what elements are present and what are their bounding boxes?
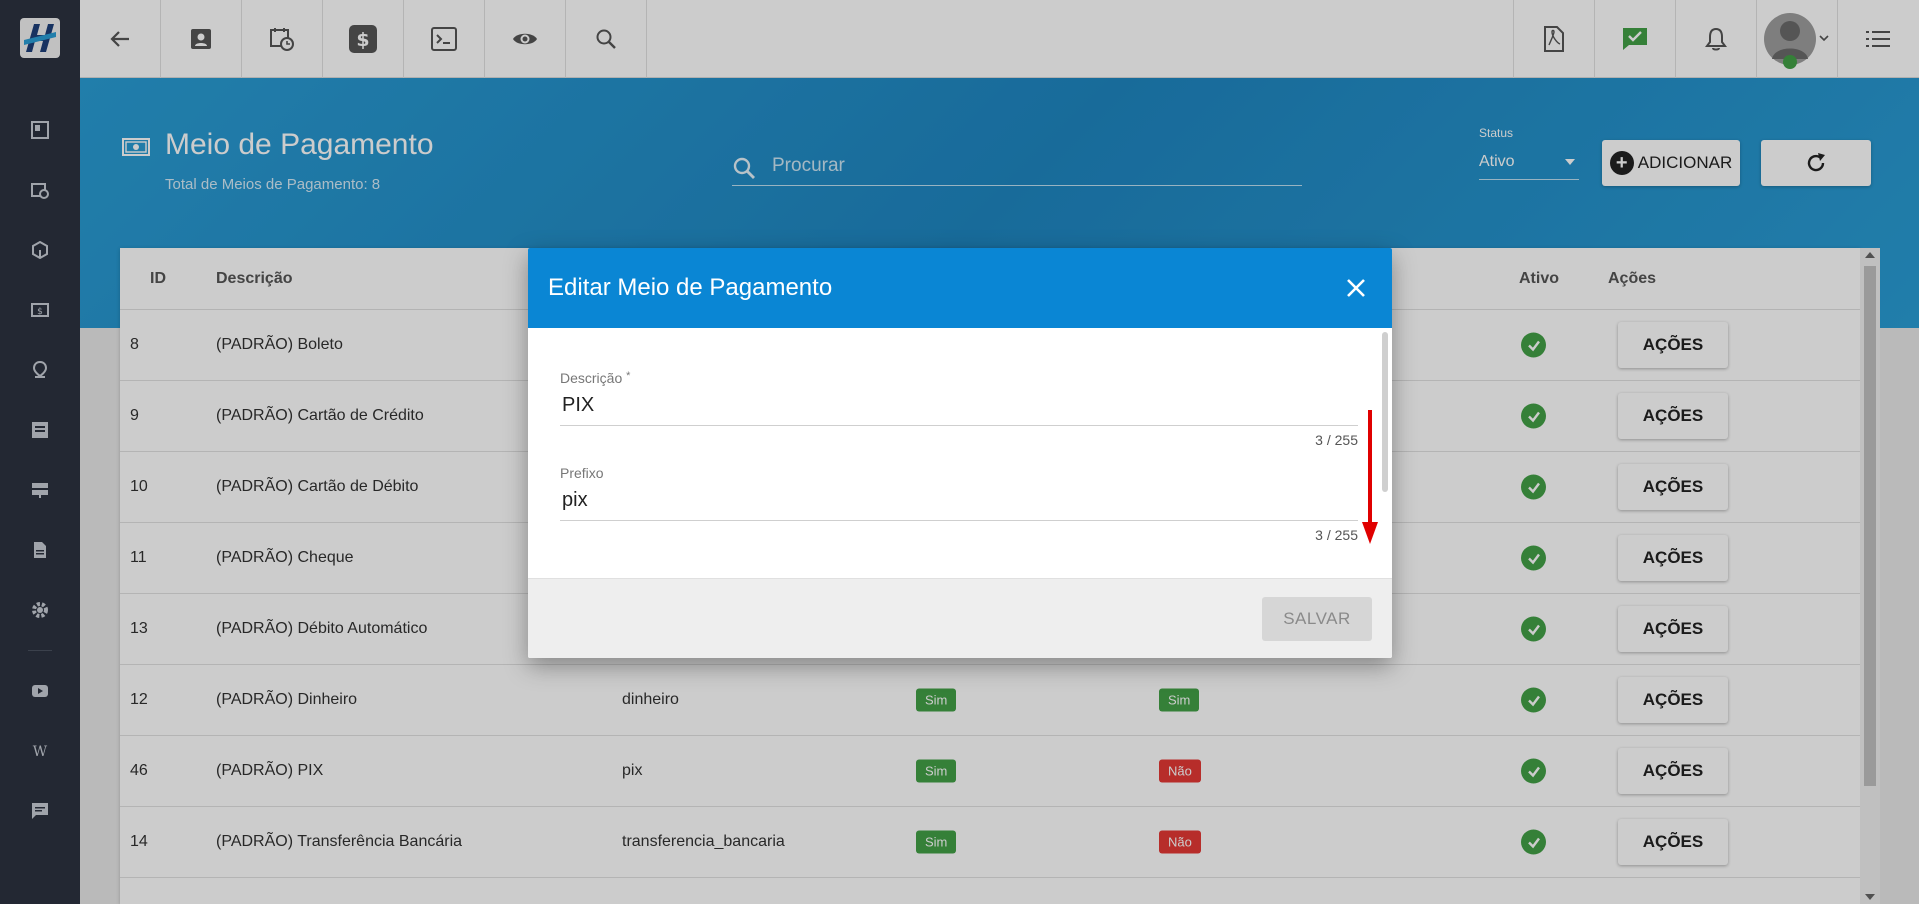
dialog-header: Editar Meio de Pagamento: [528, 248, 1392, 328]
descricao-char-counter: 3 / 255: [1315, 432, 1358, 448]
dialog-title: Editar Meio de Pagamento: [548, 274, 833, 301]
scroll-down-arrow-annotation: [1362, 410, 1378, 544]
descricao-input[interactable]: [560, 386, 1358, 426]
dialog-body: Descrição * 3 / 255 Prefixo 3 / 255: [528, 328, 1392, 578]
dialog-scrollbar[interactable]: [1382, 332, 1388, 492]
close-icon: [1347, 279, 1365, 297]
close-button[interactable]: [1342, 274, 1370, 302]
edit-payment-method-dialog: Editar Meio de Pagamento Descrição * 3 /…: [528, 248, 1392, 658]
prefixo-label: Prefixo: [560, 465, 604, 481]
descricao-field: Descrição * 3 / 255: [560, 370, 1358, 448]
dialog-footer: SALVAR: [528, 578, 1392, 658]
prefixo-input[interactable]: [560, 481, 1358, 521]
save-button[interactable]: SALVAR: [1262, 597, 1372, 641]
descricao-label: Descrição *: [560, 370, 631, 386]
prefixo-char-counter: 3 / 255: [1315, 527, 1358, 543]
prefixo-field: Prefixo 3 / 255: [560, 465, 1358, 543]
